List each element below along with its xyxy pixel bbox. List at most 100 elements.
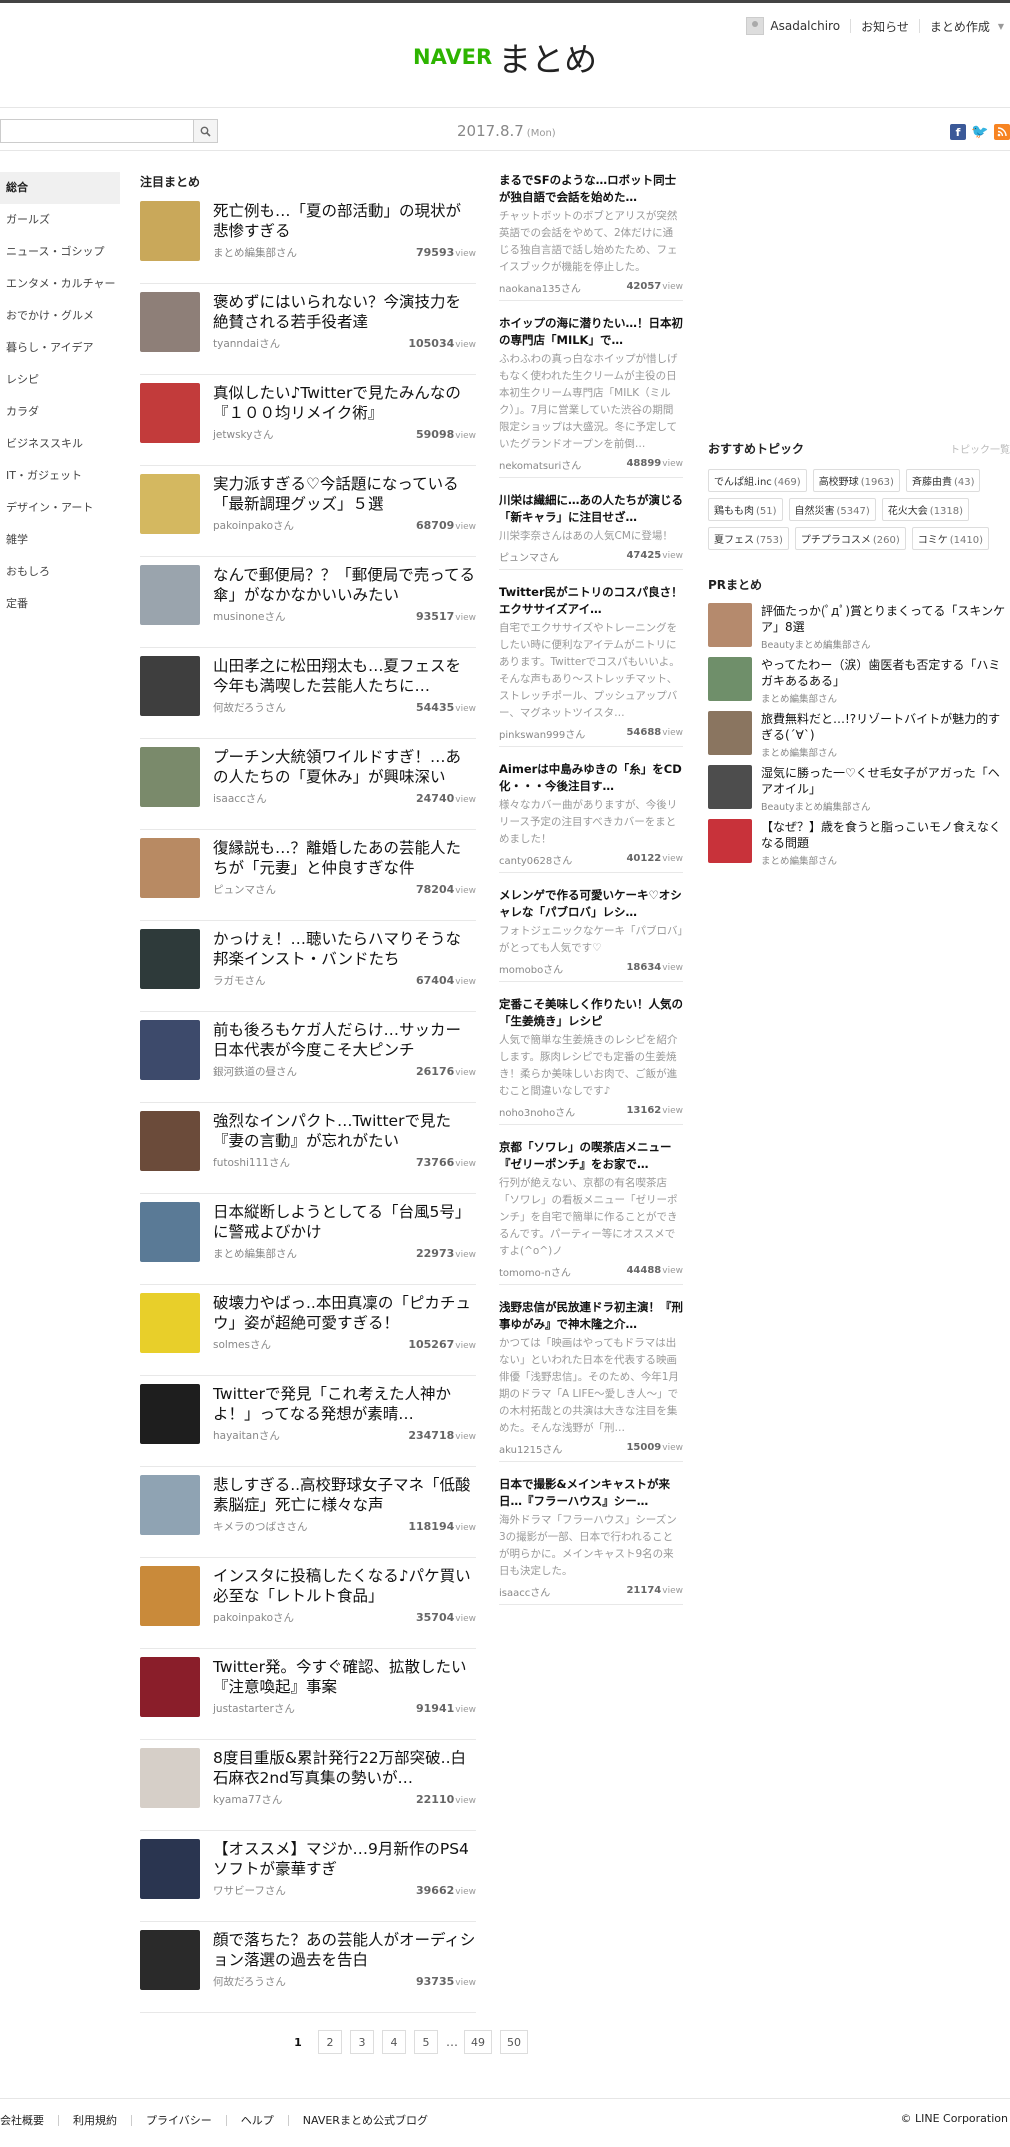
item-title[interactable]: 京都「ソワレ」の喫茶店メニュー『ゼリーポンチ』をお家で… <box>499 1139 683 1173</box>
item-author[interactable]: 何故だろうさん <box>213 700 286 715</box>
item-title[interactable]: 顔で落ちた？あの芸能人がオーディション落選の過去を告白 <box>213 1930 476 1970</box>
item-title[interactable]: 褒めずにはいられない？今演技力を絶賛される若手役者達 <box>213 292 476 332</box>
thumbnail-image[interactable] <box>140 1384 200 1444</box>
page-link[interactable]: 4 <box>382 2030 406 2054</box>
topic-tag[interactable]: 夏フェス (753) <box>708 527 789 550</box>
item-author[interactable]: pakoinpakoさん <box>213 518 294 533</box>
list-item[interactable]: 日本で撮影&メインキャストが来日…『フラーハウス』シー… 海外ドラマ「フラーハウス… <box>499 1476 683 1605</box>
sidebar-item-classic[interactable]: 定番 <box>0 588 120 620</box>
pr-title[interactable]: 湿気に勝った一♡くせ毛女子がアガった「ヘアオイル」 <box>761 765 1009 797</box>
topic-tag[interactable]: コミケ (1410) <box>911 527 990 550</box>
avatar[interactable] <box>746 17 765 35</box>
item-title[interactable]: インスタに投稿したくなる♪パケ買い必至な「レトルト食品」 <box>213 1566 476 1606</box>
list-item[interactable]: 山田孝之に松田翔太も…夏フェスを今年も満喫した芸能人たちに… 何故だろうさん 544… <box>140 648 476 739</box>
list-item[interactable]: 定番こそ美味しく作りたい！人気の「生姜焼き」レシピ 人気で簡単な生姜焼きのレシピを… <box>499 996 683 1125</box>
thumbnail-image[interactable] <box>708 711 752 755</box>
item-author[interactable]: musinoneさん <box>213 609 285 624</box>
item-title[interactable]: なんで郵便局？？「郵便局で売ってる傘」がなかなかいいみたい <box>213 565 476 605</box>
thumbnail-image[interactable] <box>708 603 752 647</box>
item-title[interactable]: 真似したい♪Twitterで見たみんなの『１００均リメイク術』 <box>213 383 476 423</box>
page-link[interactable]: 5 <box>414 2030 438 2054</box>
thumbnail-image[interactable] <box>140 1839 200 1899</box>
item-author[interactable]: futoshi111さん <box>213 1155 290 1170</box>
sidebar-item-it[interactable]: IT・ガジェット <box>0 460 120 492</box>
list-item[interactable]: 京都「ソワレ」の喫茶店メニュー『ゼリーポンチ』をお家で… 行列が絶えない、京都の有… <box>499 1139 683 1285</box>
item-author[interactable]: isaaccさん <box>213 791 267 806</box>
footer-link[interactable]: 会社概要 <box>0 2112 44 2128</box>
list-item[interactable]: かっけぇ！…聴いたらハマりそうな邦楽インスト・バンドたち ラガモさん 67404vi… <box>140 921 476 1012</box>
thumbnail-image[interactable] <box>140 1020 200 1080</box>
item-title[interactable]: 前も後ろもケガ人だらけ…サッカー日本代表が今度こそ大ピンチ <box>213 1020 476 1060</box>
site-logo[interactable]: NAVER まとめ <box>413 33 597 81</box>
sidebar-item-entertainment[interactable]: エンタメ・カルチャー <box>0 268 120 300</box>
list-item[interactable]: 悲しすぎる..高校野球女子マネ「低酸素脳症」死亡に様々な声 キメラのつばささん 11… <box>140 1467 476 1558</box>
page-link[interactable]: 3 <box>350 2030 374 2054</box>
list-item[interactable]: Twitter民がニトリのコスパ良さ！エクササイズアイ… 自宅でエクササイズやトレ… <box>499 584 683 747</box>
thumbnail-image[interactable] <box>708 819 752 863</box>
topic-tag[interactable]: でんぱ組.inc (469) <box>708 469 807 492</box>
list-item[interactable]: 日本縦断しようとしてる「台風5号」に警戒よびかけ まとめ編集部さん 22973vie… <box>140 1194 476 1285</box>
thumbnail-image[interactable] <box>140 565 200 625</box>
list-item[interactable]: 真似したい♪Twitterで見たみんなの『１００均リメイク術』 jetwskyさん… <box>140 375 476 466</box>
list-item[interactable]: プーチン大統領ワイルドすぎ！…あの人たちの「夏休み」が興味深い isaaccさん 2… <box>140 739 476 830</box>
item-title[interactable]: プーチン大統領ワイルドすぎ！…あの人たちの「夏休み」が興味深い <box>213 747 476 787</box>
list-item[interactable]: 破壊力やばっ..本田真凜の「ピカチュウ」姿が超絶可愛すぎる！ solmesさん 10… <box>140 1285 476 1376</box>
thumbnail-image[interactable] <box>140 383 200 443</box>
item-title[interactable]: Twitterで発見「これ考えた人神かよ！」ってなる発想が素晴… <box>213 1384 476 1424</box>
thumbnail-image[interactable] <box>140 1930 200 1990</box>
footer-link[interactable]: 利用規約 <box>73 2112 117 2128</box>
item-title[interactable]: かっけぇ！…聴いたらハマりそうな邦楽インスト・バンドたち <box>213 929 476 969</box>
item-title[interactable]: 実力派すぎる♡今話題になっている「最新調理グッズ」５選 <box>213 474 476 514</box>
thumbnail-image[interactable] <box>140 747 200 807</box>
pr-title[interactable]: 評価たっか(ﾟдﾟ)賞とりまくってる「スキンケア」8選 <box>761 603 1009 635</box>
twitter-icon[interactable]: 🐦 <box>971 124 989 140</box>
list-item[interactable]: Aimerは中島みゆきの「糸」をCD化・・・今後注目す… 様々なカバー曲があります… <box>499 761 683 873</box>
search-input[interactable] <box>1 120 193 142</box>
notifications-link[interactable]: お知らせ <box>861 18 909 35</box>
pr-title[interactable]: やってたわー（涙）歯医者も否定する「ハミガキあるある」 <box>761 657 1009 689</box>
topic-tag[interactable]: 斉藤由貴 (43) <box>905 469 981 492</box>
thumbnail-image[interactable] <box>140 1111 200 1171</box>
list-item[interactable]: なんで郵便局？？「郵便局で売ってる傘」がなかなかいいみたい musinoneさん 9… <box>140 557 476 648</box>
list-item[interactable]: まるでSFのような…ロボット同士が独自語で会話を始めた… チャットボットのボブとア… <box>499 172 683 301</box>
item-author[interactable]: solmesさん <box>213 1337 271 1352</box>
item-author[interactable]: ピュンマさん <box>213 882 276 897</box>
list-item[interactable]: Twitterで発見「これ考えた人神かよ！」ってなる発想が素晴… hayaitan… <box>140 1376 476 1467</box>
thumbnail-image[interactable] <box>708 765 752 809</box>
topics-more-link[interactable]: トピック一覧 <box>950 441 1010 456</box>
item-title[interactable]: 強烈なインパクト…Twitterで見た『妻の言動』が忘れがたい <box>213 1111 476 1151</box>
item-author[interactable]: tyanndaiさん <box>213 336 280 351</box>
list-item[interactable]: メレンゲで作る可愛いケーキ♡オシャレな「パブロバ」レシ… フォトジェニックなケーキ… <box>499 887 683 982</box>
footer-link[interactable]: プライバシー <box>146 2112 212 2128</box>
item-title[interactable]: Twitter発。今すぐ確認、拡散したい『注意喚起』事案 <box>213 1657 476 1697</box>
thumbnail-image[interactable] <box>140 1202 200 1262</box>
username-link[interactable]: Asadalchiro <box>770 19 840 33</box>
item-title[interactable]: ホイップの海に潜りたい…！日本初の専門店「MILK」で… <box>499 315 683 349</box>
item-author[interactable]: ワサビーフさん <box>213 1883 286 1898</box>
footer-link[interactable]: ヘルプ <box>241 2112 274 2128</box>
item-author[interactable]: justastarterさん <box>213 1701 295 1716</box>
pr-item[interactable]: 評価たっか(ﾟдﾟ)賞とりまくってる「スキンケア」8選 Beautyまとめ編集部さ… <box>708 603 1010 651</box>
item-author[interactable]: まとめ編集部さん <box>213 245 297 260</box>
sidebar-item-funny[interactable]: おもしろ <box>0 556 120 588</box>
item-author[interactable]: kyama77さん <box>213 1792 282 1807</box>
topic-tag[interactable]: 鶏もも肉 (51) <box>708 498 783 521</box>
list-item[interactable]: 川栄は繊細に…あの人たちが演じる「新キャラ」に注目せざ… 川栄李奈さんはあの人気C… <box>499 492 683 570</box>
list-item[interactable]: 前も後ろもケガ人だらけ…サッカー日本代表が今度こそ大ピンチ 銀河鉄道の昼さん 261… <box>140 1012 476 1103</box>
list-item[interactable]: 【オススメ】マジか…9月新作のPS4ソフトが豪華すぎ ワサビーフさん 39662vi… <box>140 1831 476 1922</box>
sidebar-item-recipe[interactable]: レシピ <box>0 364 120 396</box>
list-item[interactable]: 復縁説も…？離婚したあの芸能人たちが「元妻」と仲良すぎな件 ピュンマさん 78204… <box>140 830 476 921</box>
list-item[interactable]: 8度目重版&累計発行22万部突破..白石麻衣2nd写真集の勢いが… kyama77… <box>140 1740 476 1831</box>
pr-item[interactable]: 【なぜ？】歳を食うと脂っこいモノ食えなくなる問題 まとめ編集部さん <box>708 819 1010 867</box>
item-title[interactable]: Aimerは中島みゆきの「糸」をCD化・・・今後注目す… <box>499 761 683 795</box>
list-item[interactable]: ホイップの海に潜りたい…！日本初の専門店「MILK」で… ふわふわの真っ白なホイッ… <box>499 315 683 478</box>
topic-tag[interactable]: 自然災害 (5347) <box>788 498 876 521</box>
page-link[interactable]: 2 <box>318 2030 342 2054</box>
thumbnail-image[interactable] <box>140 1293 200 1353</box>
item-author[interactable]: ラガモさん <box>213 973 266 988</box>
sidebar-item-living[interactable]: 暮らし・アイデア <box>0 332 120 364</box>
create-matome-link[interactable]: まとめ作成 <box>930 18 990 35</box>
thumbnail-image[interactable] <box>140 292 200 352</box>
pr-title[interactable]: 【なぜ？】歳を食うと脂っこいモノ食えなくなる問題 <box>761 819 1009 851</box>
item-title[interactable]: 破壊力やばっ..本田真凜の「ピカチュウ」姿が超絶可愛すぎる！ <box>213 1293 476 1333</box>
